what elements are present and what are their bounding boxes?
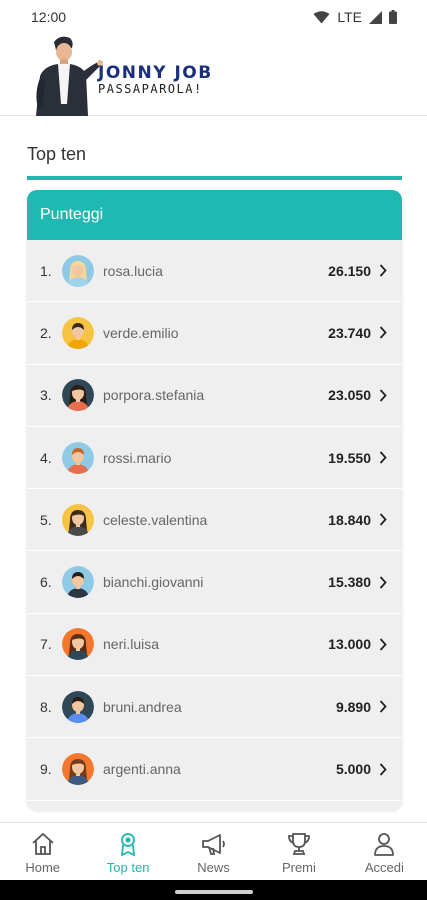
wifi-icon [313, 10, 330, 23]
nav-item-label: Premi [281, 860, 316, 875]
row-score: 9.890 [335, 698, 371, 715]
row-rank: 6. [40, 574, 52, 591]
award-icon [115, 831, 141, 860]
row-rank: 5. [40, 511, 52, 528]
avatar [62, 753, 94, 786]
avatar [62, 254, 94, 287]
status-icons: LTE [313, 9, 397, 25]
home-indicator[interactable] [175, 890, 253, 894]
logo-subtitle: PASSAPAROLA! [98, 82, 203, 96]
leaderboard-row[interactable]: 2. verde.emilio 23.740 [27, 302, 402, 365]
mascot-logo-image [36, 36, 103, 116]
leaderboard-row[interactable]: 1. rosa.lucia 26.150 [27, 240, 402, 303]
leaderboard-row[interactable]: 4. rossi.mario 19.550 [27, 427, 402, 490]
row-rank: 3. [40, 387, 52, 404]
row-score: 19.550 [328, 449, 371, 466]
avatar [62, 503, 94, 536]
leaderboard-row[interactable]: 5. celeste.valentina 18.840 [27, 489, 402, 552]
row-username: verde.emilio [103, 324, 179, 341]
leaderboard-header: Punteggi [27, 190, 402, 240]
battery-icon [389, 10, 397, 24]
row-rank: 8. [40, 698, 52, 715]
avatar [62, 441, 94, 474]
chevron-right-icon [379, 513, 389, 527]
row-rank: 7. [40, 636, 52, 653]
home-icon [30, 831, 56, 860]
row-rank: 2. [40, 324, 52, 341]
chevron-right-icon [379, 637, 389, 651]
signal-icon [369, 10, 382, 24]
row-username: porpora.stefania [103, 387, 205, 404]
leaderboard-list: 1. rosa.lucia 26.150 2. verde.emilio 23.… [27, 240, 402, 801]
row-score: 5.000 [335, 761, 371, 778]
avatar [62, 566, 94, 599]
row-score: 23.050 [328, 387, 371, 404]
row-username: rosa.lucia [103, 262, 163, 279]
row-score: 26.150 [328, 262, 371, 279]
row-username: celeste.valentina [103, 511, 208, 528]
chevron-right-icon [379, 762, 389, 776]
title-underline [27, 176, 402, 180]
page-title: Top ten [27, 144, 87, 164]
nav-item-premi[interactable]: Premi [256, 823, 341, 880]
leaderboard-row[interactable]: 6. bianchi.giovanni 15.380 [27, 551, 402, 614]
avatar [62, 316, 94, 349]
status-bar: 12:00 LTE [0, 0, 427, 34]
status-time: 12:00 [31, 9, 67, 25]
nav-item-home[interactable]: Home [0, 823, 85, 880]
row-username: neri.luisa [103, 636, 160, 653]
nav-item-label: News [197, 860, 230, 875]
chevron-right-icon [379, 326, 389, 340]
chevron-right-icon [379, 700, 389, 714]
app-header: JONNY JOB PASSAPAROLA! [0, 34, 427, 116]
nav-item-label: Home [25, 860, 61, 875]
chevron-right-icon [379, 575, 389, 589]
row-rank: 4. [40, 449, 52, 466]
nav-item-top-ten[interactable]: Top ten [85, 823, 170, 880]
leaderboard-row[interactable]: 3. porpora.stefania 23.050 [27, 365, 402, 427]
user-icon [371, 831, 397, 860]
bottom-nav: Home Top ten News Premi Accedi [0, 822, 427, 880]
nav-item-accedi[interactable]: Accedi [342, 823, 427, 880]
row-score: 18.840 [328, 511, 371, 528]
logo-title: JONNY JOB [98, 63, 213, 83]
trophy-icon [286, 831, 312, 860]
leaderboard-header-label: Punteggi [40, 206, 104, 223]
chevron-right-icon [379, 264, 389, 278]
row-score: 15.380 [328, 574, 371, 591]
row-username: argenti.anna [103, 761, 181, 778]
row-rank: 9. [40, 761, 52, 778]
row-score: 23.740 [328, 324, 371, 341]
leaderboard-row[interactable]: 8. bruni.andrea 9.890 [27, 676, 402, 739]
avatar [62, 379, 94, 412]
chevron-right-icon [379, 388, 389, 402]
leaderboard-row[interactable]: 7. neri.luisa 13.000 [27, 614, 402, 677]
leaderboard-row[interactable]: 9. argenti.anna 5.000 [27, 738, 402, 801]
row-username: bianchi.giovanni [103, 574, 204, 591]
megaphone-icon [200, 831, 228, 860]
logo: JONNY JOB PASSAPAROLA! [98, 64, 213, 96]
nav-item-news[interactable]: News [171, 823, 256, 880]
leaderboard-card: Punteggi 1. rosa.lucia 26.150 2. verde.e… [27, 190, 402, 810]
avatar [62, 690, 94, 723]
row-score: 13.000 [328, 636, 371, 653]
row-username: bruni.andrea [103, 698, 182, 715]
nav-item-label: Top ten [106, 860, 150, 875]
avatar [62, 628, 94, 661]
row-username: rossi.mario [103, 449, 172, 466]
chevron-right-icon [379, 451, 389, 465]
network-type: LTE [337, 9, 362, 25]
row-rank: 1. [40, 262, 52, 279]
nav-item-label: Accedi [364, 860, 404, 875]
